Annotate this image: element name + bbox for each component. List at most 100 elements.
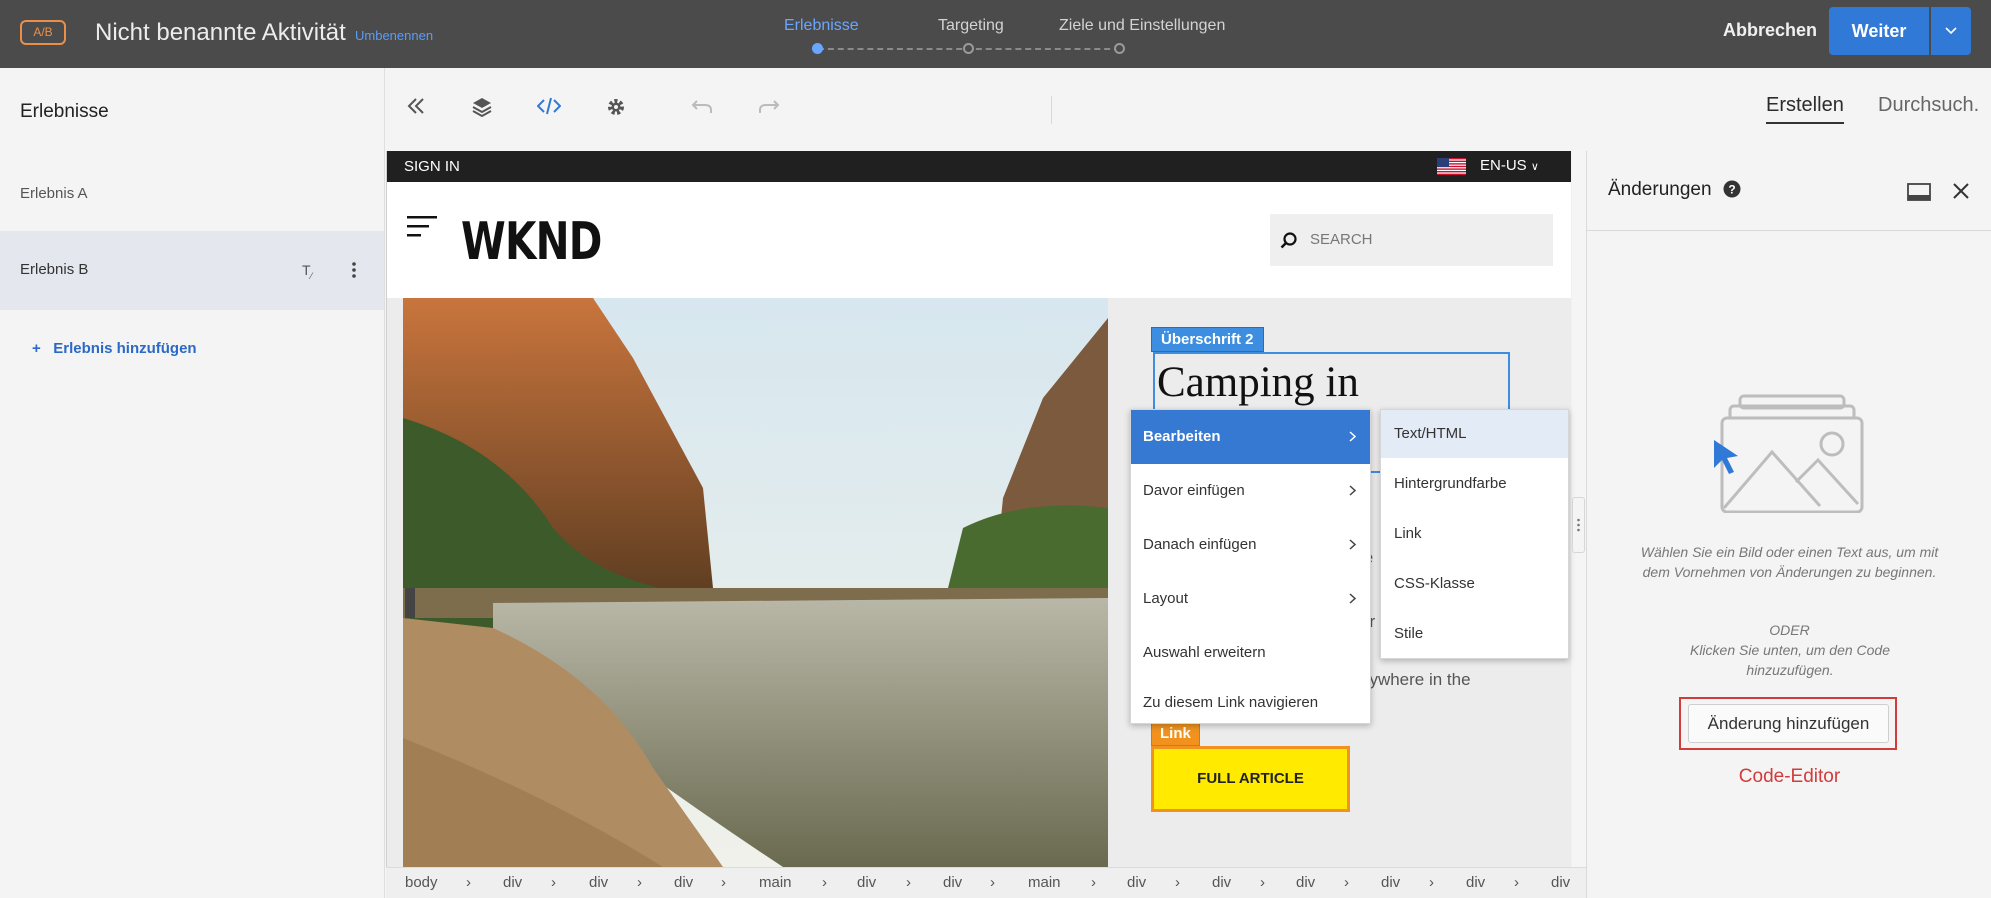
language-label: EN-US	[1480, 157, 1527, 174]
breadcrumb-item[interactable]: div	[857, 874, 876, 891]
chevron-right-icon	[1349, 485, 1356, 496]
sign-in-link[interactable]: SIGN IN	[404, 158, 460, 175]
close-icon[interactable]	[1953, 183, 1969, 199]
chevron-down-icon: ∨	[1530, 161, 1539, 173]
chevron-right-icon: ›	[1175, 874, 1180, 891]
tab-browse[interactable]: Durchsuch.	[1878, 94, 1979, 117]
wknd-logo[interactable]: WKND	[461, 212, 602, 272]
tab-create[interactable]: Erstellen	[1766, 94, 1844, 124]
menu-item-insert-before[interactable]: Davor einfügen	[1131, 464, 1370, 518]
experience-label: Erlebnis B	[20, 261, 89, 278]
selection-tag-heading: Überschrift 2	[1151, 327, 1264, 352]
panel-resize-handle[interactable]	[1572, 497, 1585, 553]
activity-title: Nicht benannte Aktivität	[95, 19, 346, 46]
hamburger-menu-icon[interactable]	[407, 216, 437, 238]
drag-handle-icon	[1577, 518, 1580, 532]
chevron-right-icon: ›	[551, 874, 556, 891]
experiences-title: Erlebnisse	[20, 101, 109, 122]
code-icon[interactable]	[537, 97, 561, 115]
experience-item-a[interactable]: Erlebnis A	[0, 165, 385, 227]
add-change-button[interactable]: Änderung hinzufügen	[1688, 704, 1889, 743]
breadcrumb-item[interactable]: div	[674, 874, 693, 891]
submenu-item-text-html[interactable]: Text/HTML	[1381, 410, 1568, 458]
select-content-illustration-icon	[1714, 394, 1864, 513]
changes-hint: Wählen Sie ein Bild oder einen Text aus,…	[1640, 544, 1939, 580]
context-menu: Bearbeiten Davor einfügen Danach einfüge…	[1130, 409, 1371, 724]
us-flag-icon	[1437, 158, 1466, 175]
chevron-right-icon: ›	[721, 874, 726, 891]
submenu-item-background-color[interactable]: Hintergrundfarbe	[1381, 460, 1568, 508]
next-button[interactable]: Weiter	[1829, 7, 1929, 55]
changes-hint-code: Klicken Sie unten, um den Code hinzuzufü…	[1689, 642, 1890, 678]
site-utility-bar: SIGN IN EN-US ∨	[387, 151, 1572, 182]
collapse-left-icon[interactable]	[406, 97, 426, 115]
step-targeting[interactable]: Targeting	[938, 17, 1004, 35]
chevron-right-icon: ›	[822, 874, 827, 891]
language-selector[interactable]: EN-US ∨	[1480, 157, 1539, 174]
experience-item-b[interactable]: Erlebnis B T⁄	[0, 231, 384, 310]
edit-submenu: Text/HTML Hintergrundfarbe Link CSS-Klas…	[1380, 409, 1569, 659]
breadcrumb-item[interactable]: div	[1466, 874, 1485, 891]
menu-item-label: Auswahl erweitern	[1143, 644, 1266, 661]
ab-activity-badge: A/B	[20, 20, 66, 45]
add-experience-button[interactable]: + Erlebnis hinzufügen	[32, 340, 197, 357]
breadcrumb-item[interactable]: main	[1028, 874, 1061, 891]
step-dot	[963, 43, 974, 54]
menu-item-layout[interactable]: Layout	[1131, 572, 1370, 626]
step-dot-active	[812, 43, 823, 54]
chevron-right-icon: ›	[990, 874, 995, 891]
breadcrumb-item[interactable]: div	[589, 874, 608, 891]
breadcrumb-item[interactable]: body	[405, 874, 438, 891]
breadcrumb-item[interactable]: div	[1212, 874, 1231, 891]
layers-icon[interactable]	[472, 97, 492, 117]
more-options-icon[interactable]	[352, 262, 356, 278]
menu-item-edit[interactable]: Bearbeiten	[1131, 410, 1370, 464]
gear-icon[interactable]	[606, 97, 626, 117]
rename-link[interactable]: Umbenennen	[355, 28, 433, 43]
experiences-panel: Erlebnisse Erlebnis A Erlebnis B T⁄ + Er…	[0, 68, 385, 898]
panel-layout-icon[interactable]	[1907, 183, 1931, 201]
breadcrumb-item[interactable]: div	[1127, 874, 1146, 891]
next-dropdown-button[interactable]	[1931, 7, 1971, 55]
redo-icon[interactable]	[758, 97, 780, 115]
top-bar: A/B Nicht benannte Aktivität Umbenennen …	[0, 0, 1991, 68]
step-goals-settings[interactable]: Ziele und Einstellungen	[1059, 17, 1225, 35]
breadcrumb-item[interactable]: div	[1551, 874, 1570, 891]
breadcrumb-item[interactable]: div	[1381, 874, 1400, 891]
submenu-item-styles[interactable]: Stile	[1381, 610, 1568, 658]
dom-breadcrumb	[386, 867, 1586, 898]
chevron-right-icon: ›	[1091, 874, 1096, 891]
chevron-right-icon: ›	[1344, 874, 1349, 891]
menu-item-label: Davor einfügen	[1143, 482, 1245, 499]
breadcrumb-item[interactable]: div	[1296, 874, 1315, 891]
step-dot	[1114, 43, 1125, 54]
menu-item-insert-after[interactable]: Danach einfügen	[1131, 518, 1370, 572]
changes-panel-title: Änderungen	[1608, 179, 1712, 200]
menu-item-label: Layout	[1143, 590, 1189, 607]
submenu-item-css-class[interactable]: CSS-Klasse	[1381, 560, 1568, 608]
step-experiences[interactable]: Erlebnisse	[784, 17, 859, 35]
chevron-right-icon: ›	[906, 874, 911, 891]
full-article-button[interactable]: FULL ARTICLE	[1151, 746, 1350, 812]
undo-icon[interactable]	[691, 97, 713, 115]
breadcrumb-item[interactable]: div	[943, 874, 962, 891]
menu-item-expand-selection[interactable]: Auswahl erweitern	[1131, 626, 1370, 680]
toolbar-divider	[1051, 96, 1052, 124]
search-placeholder: SEARCH	[1310, 231, 1373, 248]
changes-panel: Änderungen ? Wählen Sie ein Bild oder ei…	[1586, 151, 1991, 898]
breadcrumb-item[interactable]: main	[759, 874, 792, 891]
chevron-right-icon	[1349, 539, 1356, 550]
hero-image[interactable]	[403, 298, 1108, 867]
help-icon[interactable]: ?	[1723, 180, 1741, 198]
changes-or: ODER	[1769, 622, 1810, 638]
submenu-item-link[interactable]: Link	[1381, 510, 1568, 558]
breadcrumb-item[interactable]: div	[503, 874, 522, 891]
text-format-icon[interactable]: T⁄	[302, 262, 312, 281]
chevron-right-icon: ›	[466, 874, 471, 891]
cancel-button[interactable]: Abbrechen	[1723, 20, 1817, 41]
site-search-field[interactable]: SEARCH	[1270, 214, 1553, 266]
menu-item-navigate-link[interactable]: Zu diesem Link navigieren	[1131, 676, 1370, 730]
menu-item-label: Zu diesem Link navigieren	[1143, 694, 1319, 711]
site-header: WKND SEARCH	[387, 182, 1572, 298]
chevron-down-icon	[1945, 27, 1957, 35]
